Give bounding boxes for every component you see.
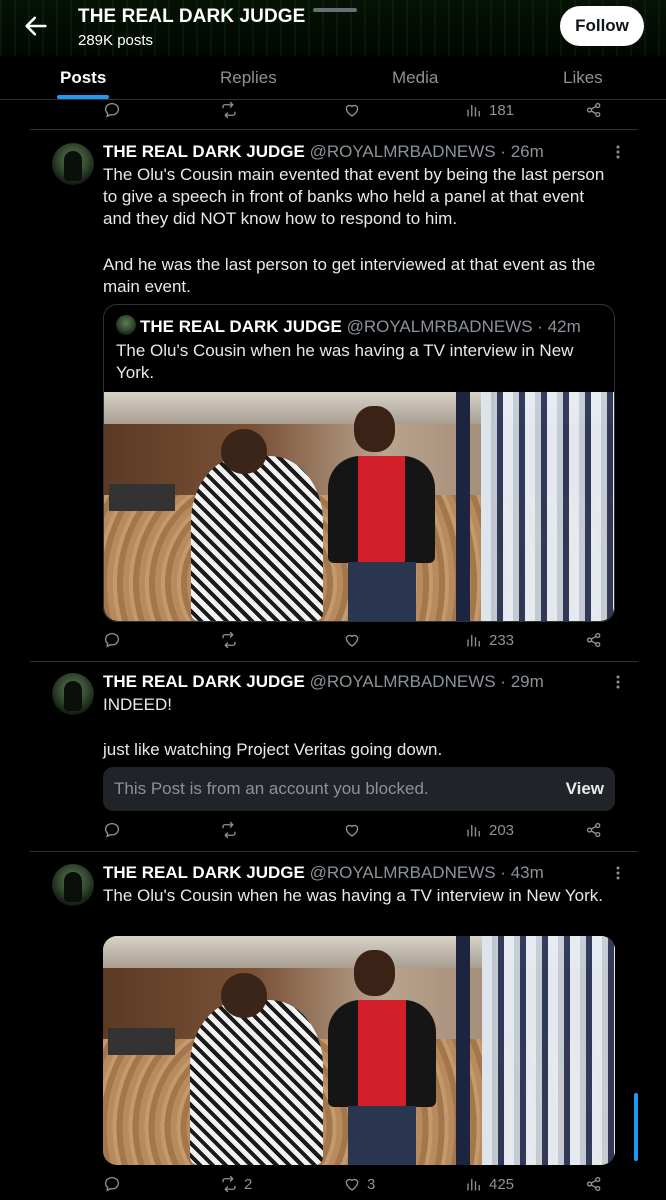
post-text: The Olu's Cousin when he was having a TV… [103,886,603,905]
views-icon [465,1175,483,1193]
author-handle-time: @ROYALMRBADNEWS · 26m [309,142,544,161]
views-button[interactable]: 233 [465,631,514,649]
profile-title: THE REAL DARK JUDGE [78,6,306,27]
tab-posts[interactable]: Posts [60,68,106,88]
quoted-post-header: THE REAL DARK JUDGE @ROYALMRBADNEWS · 42… [116,315,581,337]
views-count: 233 [489,631,515,649]
author-name: THE REAL DARK JUDGE [140,317,342,336]
post-text: INDEED! [103,695,172,714]
share-icon [585,631,603,649]
views-button[interactable]: 203 [465,821,514,839]
views-button[interactable]: 425 [465,1175,514,1193]
post-image[interactable] [104,392,614,621]
like-icon [343,1175,361,1193]
post-text: And he was the last person to get interv… [103,255,596,296]
like-button[interactable]: 3 [343,1175,375,1193]
reply-button[interactable] [103,631,121,649]
quoted-post-text: The Olu's Cousin when he was having a TV… [116,341,574,382]
blocked-post-text: This Post is from an account you blocked… [114,779,429,798]
reply-icon [103,821,121,839]
tab-replies[interactable]: Replies [220,68,277,88]
like-icon [343,631,361,649]
repost-count: 2 [244,1175,253,1193]
repost-icon [220,101,238,119]
post-divider [30,129,638,130]
views-button[interactable]: 181 [465,101,514,119]
repost-button[interactable] [220,631,238,649]
views-icon [465,631,483,649]
views-icon [465,101,483,119]
avatar[interactable] [52,143,94,185]
post-image[interactable] [103,936,615,1165]
more-options-icon[interactable] [612,142,624,162]
avatar [116,315,136,335]
repost-icon [220,1175,238,1193]
views-count: 425 [489,1175,515,1193]
previous-post-actions: 181 [103,101,613,125]
share-button[interactable] [585,101,603,119]
share-button[interactable] [585,631,603,649]
like-button[interactable] [343,101,361,119]
reply-icon [103,631,121,649]
author-name[interactable]: THE REAL DARK JUDGE [103,863,305,882]
more-options-icon[interactable] [612,672,624,692]
reply-icon [103,1175,121,1193]
profile-header: THE REAL DARK JUDGE 289K posts Follow [0,0,666,56]
views-count: 203 [489,821,515,839]
views-icon [465,821,483,839]
post-actions: 2 3 425 [103,1175,613,1199]
author-name[interactable]: THE REAL DARK JUDGE [103,672,305,691]
blocked-post-notice: This Post is from an account you blocked… [103,767,615,811]
post-text: The Olu's Cousin main evented that event… [103,165,605,228]
quoted-post[interactable]: THE REAL DARK JUDGE @ROYALMRBADNEWS · 42… [103,304,615,622]
author-handle-time: @ROYALMRBADNEWS · 42m [346,317,581,336]
active-tab-indicator [57,95,109,99]
post-actions: 203 [103,821,613,845]
like-count: 3 [367,1175,376,1193]
views-count: 181 [489,101,515,119]
author-handle-time: @ROYALMRBADNEWS · 29m [309,672,544,691]
tab-media[interactable]: Media [392,68,438,88]
post-divider [30,661,638,662]
post-header: THE REAL DARK JUDGE @ROYALMRBADNEWS · 29… [103,672,544,692]
repost-button[interactable] [220,101,238,119]
like-button[interactable] [343,631,361,649]
repost-button[interactable]: 2 [220,1175,252,1193]
repost-button[interactable] [220,821,238,839]
author-name[interactable]: THE REAL DARK JUDGE [103,142,305,161]
post-header: THE REAL DARK JUDGE @ROYALMRBADNEWS · 26… [103,142,544,162]
post-count: 289K posts [78,32,154,49]
reply-icon [103,101,121,119]
share-icon [585,821,603,839]
like-icon [343,101,361,119]
repost-icon [220,821,238,839]
share-icon [585,1175,603,1193]
like-button[interactable] [343,821,361,839]
author-handle-time: @ROYALMRBADNEWS · 43m [309,863,544,882]
share-icon [585,101,603,119]
post-actions: 233 [103,631,613,655]
post-header: THE REAL DARK JUDGE @ROYALMRBADNEWS · 43… [103,863,544,883]
view-blocked-post-button[interactable]: View [566,779,604,799]
tab-likes[interactable]: Likes [563,68,603,88]
profile-tabs: Posts Replies Media Likes [0,56,666,100]
share-button[interactable] [585,1175,603,1193]
back-arrow-icon[interactable] [22,12,50,40]
reply-button[interactable] [103,1175,121,1193]
reply-button[interactable] [103,101,121,119]
avatar[interactable] [52,864,94,906]
repost-icon [220,631,238,649]
reply-button[interactable] [103,821,121,839]
share-button[interactable] [585,821,603,839]
like-icon [343,821,361,839]
follow-button[interactable]: Follow [560,6,644,46]
more-options-icon[interactable] [612,863,624,883]
post-text: just like watching Project Veritas going… [103,740,443,759]
drag-handle [313,8,357,12]
avatar[interactable] [52,673,94,715]
scrollbar[interactable] [634,1093,638,1161]
post-divider [30,851,638,852]
